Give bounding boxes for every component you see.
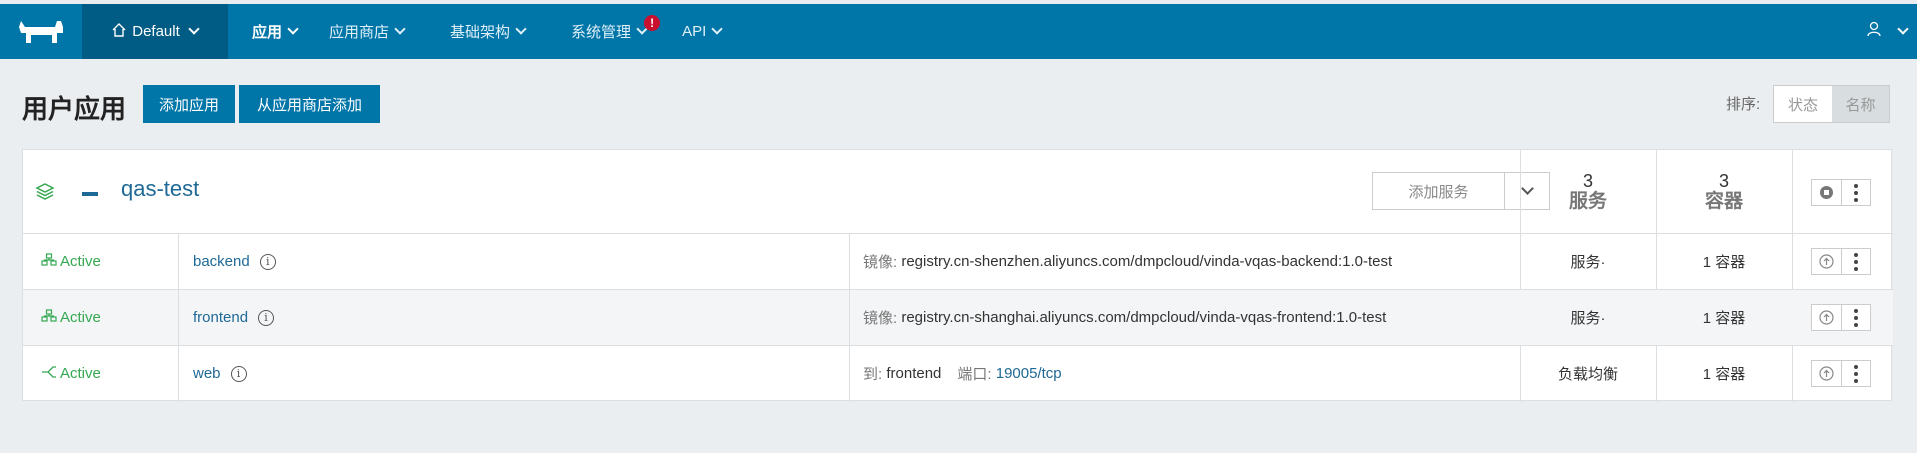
add-from-catalog-button[interactable]: 从应用商店添加 [239, 85, 380, 123]
service-actions [1811, 304, 1871, 331]
nav-catalog-label: 应用商店 [329, 24, 390, 41]
chevron-down-icon [711, 23, 723, 35]
container-count: 3 容器 [1656, 172, 1792, 211]
service-state: Active [41, 290, 101, 345]
nav-infrastructure[interactable]: 基础架构 [450, 21, 527, 42]
nav-infrastructure-label: 基础架构 [450, 24, 511, 41]
sort-label: 排序: [1726, 96, 1761, 113]
service-containers: 1 容器 [1702, 310, 1746, 327]
nav-api-label: API [682, 23, 707, 40]
service-name-link[interactable]: backend i [193, 234, 276, 289]
nav-api[interactable]: API [682, 23, 723, 40]
page-title: 用户应用 [22, 94, 127, 124]
user-menu[interactable] [1867, 4, 1909, 59]
service-containers: 1 容器 [1702, 366, 1746, 383]
chevron-down-icon [1897, 23, 1909, 35]
stack-panel: qas-test 添加服务 3 服务 3 容器 Active backend i… [22, 149, 1893, 402]
target-key: 到: [863, 366, 883, 383]
image-key: 镜像: [863, 254, 898, 271]
more-options-icon[interactable] [1841, 361, 1870, 386]
rancher-logo[interactable] [0, 4, 82, 59]
upgrade-icon[interactable] [1812, 305, 1841, 330]
service-name[interactable]: frontend [193, 309, 248, 326]
info-icon[interactable]: i [259, 253, 276, 270]
upgrade-icon[interactable] [1812, 361, 1841, 386]
service-kind: 服务· [1570, 310, 1606, 327]
service-state-label: Active [60, 309, 101, 326]
service-state: Active [41, 346, 101, 401]
load-balancer-target: 到: frontend 端口: 19005/tcp [863, 346, 1062, 401]
add-stack-button[interactable]: 添加应用 [143, 85, 235, 123]
target-value: frontend [886, 365, 942, 382]
service-kind: 服务· [1570, 254, 1606, 271]
service-image: 镜像: registry.cn-shanghai.aliyuncs.com/dm… [863, 290, 1386, 345]
nav-admin[interactable]: 系统管理 ! [571, 15, 661, 42]
stop-icon[interactable] [1812, 180, 1841, 205]
more-options-icon[interactable] [1841, 180, 1870, 205]
service-icon [41, 308, 57, 327]
info-icon[interactable]: i [258, 309, 275, 326]
image-key: 镜像: [863, 310, 898, 327]
main-nav: 应用 应用商店 基础架构 系统管理 ! API [228, 4, 723, 59]
stack-name[interactable]: qas-test [121, 176, 199, 202]
service-row-web: Active web i 到: frontend 端口: 19005/tcp 负… [23, 346, 1893, 402]
collapse-toggle[interactable] [82, 192, 98, 196]
load-balancer-icon [41, 365, 57, 383]
container-count-label: 容器 [1704, 191, 1743, 212]
sort-by-state-button[interactable]: 状态 [1774, 86, 1832, 122]
service-state: Active [41, 234, 101, 289]
service-row-backend: Active backend i 镜像: registry.cn-shenzhe… [23, 234, 1893, 290]
environment-label: Default [132, 23, 180, 40]
service-name-link[interactable]: web i [193, 346, 247, 401]
alert-badge: ! [644, 15, 661, 31]
more-options-icon[interactable] [1841, 249, 1870, 274]
more-options-icon[interactable] [1841, 305, 1870, 330]
port-link[interactable]: 19005/tcp [996, 365, 1062, 382]
service-actions [1811, 248, 1871, 275]
service-name[interactable]: backend [193, 253, 250, 270]
service-count-label: 服务 [1568, 191, 1607, 212]
stack-header: qas-test 添加服务 3 服务 3 容器 [23, 150, 1893, 234]
service-kind: 负载均衡 [1557, 366, 1618, 383]
service-name-link[interactable]: frontend i [193, 290, 275, 345]
nav-apps-label: 应用 [252, 24, 283, 41]
chevron-down-icon [394, 23, 406, 35]
nav-catalog[interactable]: 应用商店 [329, 21, 406, 42]
info-icon[interactable]: i [230, 365, 247, 382]
service-state-label: Active [60, 253, 101, 270]
service-actions [1811, 360, 1871, 387]
service-containers: 1 容器 [1702, 254, 1746, 271]
nav-admin-label: 系统管理 [571, 24, 632, 41]
image-value: registry.cn-shenzhen.aliyuncs.com/dmpclo… [901, 253, 1393, 270]
user-icon [1867, 21, 1881, 42]
service-name[interactable]: web [193, 365, 221, 382]
stack-layers-icon [35, 182, 55, 205]
service-icon [41, 252, 57, 271]
sort-by-name-button[interactable]: 名称 [1832, 86, 1889, 122]
nav-apps[interactable]: 应用 [252, 21, 299, 42]
stack-actions [1811, 179, 1871, 206]
port-key: 端口: [957, 366, 992, 383]
add-service-button[interactable]: 添加服务 [1372, 172, 1505, 210]
container-count-value: 3 [1718, 171, 1729, 191]
service-row-frontend: Active frontend i 镜像: registry.cn-shangh… [23, 290, 1893, 346]
service-count: 3 服务 [1520, 172, 1656, 211]
service-count-value: 3 [1582, 171, 1593, 191]
environment-switcher[interactable]: Default [82, 4, 228, 59]
chevron-down-icon [188, 23, 200, 35]
service-state-label: Active [60, 365, 101, 382]
service-image: 镜像: registry.cn-shenzhen.aliyuncs.com/dm… [863, 234, 1392, 289]
home-icon [112, 22, 126, 41]
upgrade-icon[interactable] [1812, 249, 1841, 274]
chevron-down-icon [515, 23, 527, 35]
sort-toggle: 状态 名称 [1773, 85, 1890, 123]
image-value: registry.cn-shanghai.aliyuncs.com/dmpclo… [901, 309, 1387, 326]
chevron-down-icon [287, 23, 299, 35]
top-nav: Default 应用 应用商店 基础架构 系统管理 ! API [0, 0, 1917, 59]
